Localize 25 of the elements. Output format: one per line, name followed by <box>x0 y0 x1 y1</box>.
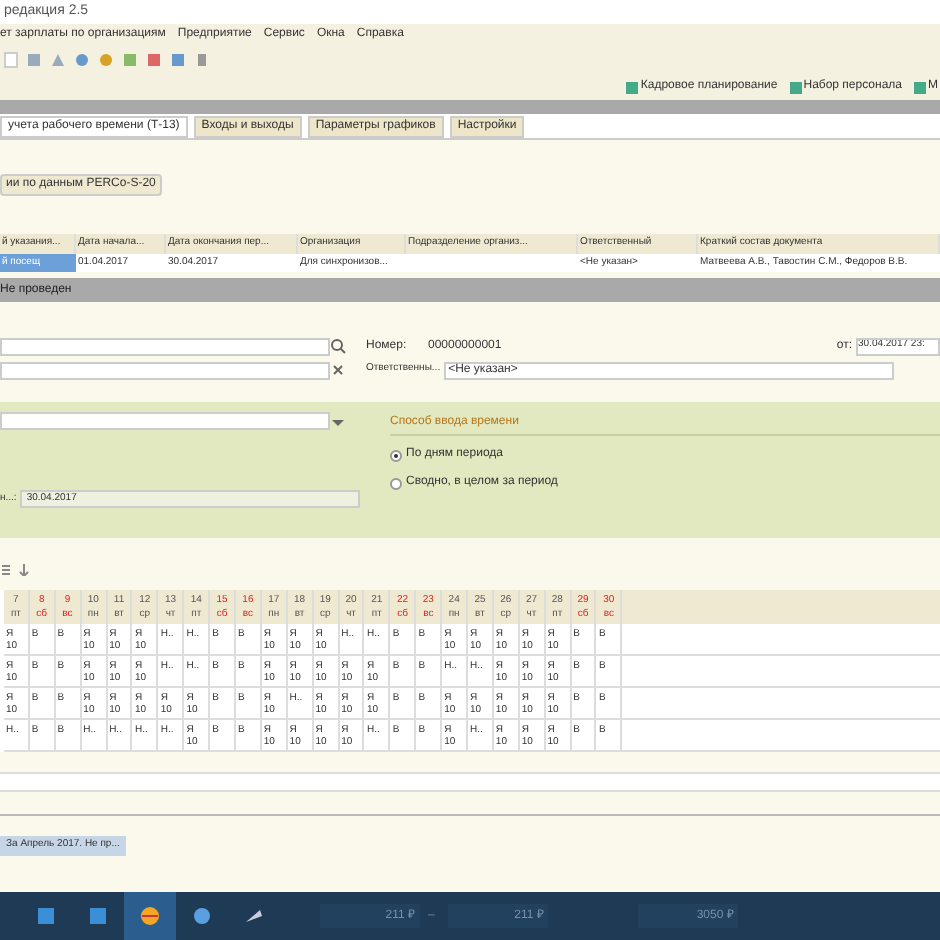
square-icon[interactable] <box>194 52 210 68</box>
square-icon[interactable] <box>626 81 639 93</box>
arrow-icon[interactable] <box>18 564 30 576</box>
radio-button[interactable] <box>390 449 402 461</box>
dropdown-field[interactable] <box>0 412 330 430</box>
square-icon[interactable] <box>170 52 186 68</box>
square-icon[interactable] <box>914 81 926 93</box>
triangle-icon[interactable] <box>244 906 264 926</box>
square-icon[interactable] <box>88 906 108 926</box>
input-field[interactable] <box>0 337 330 355</box>
input-field[interactable] <box>4 52 18 68</box>
square-icon[interactable] <box>146 52 162 68</box>
square-icon[interactable] <box>122 52 138 68</box>
square-icon[interactable] <box>26 52 42 68</box>
radio-button[interactable] <box>390 477 402 489</box>
circle-icon[interactable] <box>74 52 90 68</box>
input-field[interactable] <box>0 361 330 379</box>
search-icon[interactable] <box>330 338 346 354</box>
close-icon[interactable] <box>330 362 346 378</box>
square-icon[interactable] <box>36 906 56 926</box>
square-icon[interactable] <box>789 81 802 93</box>
circle-icon[interactable] <box>140 906 160 926</box>
circle-icon[interactable] <box>192 906 212 926</box>
circle-icon[interactable] <box>98 52 114 68</box>
list-icon[interactable] <box>0 564 12 576</box>
